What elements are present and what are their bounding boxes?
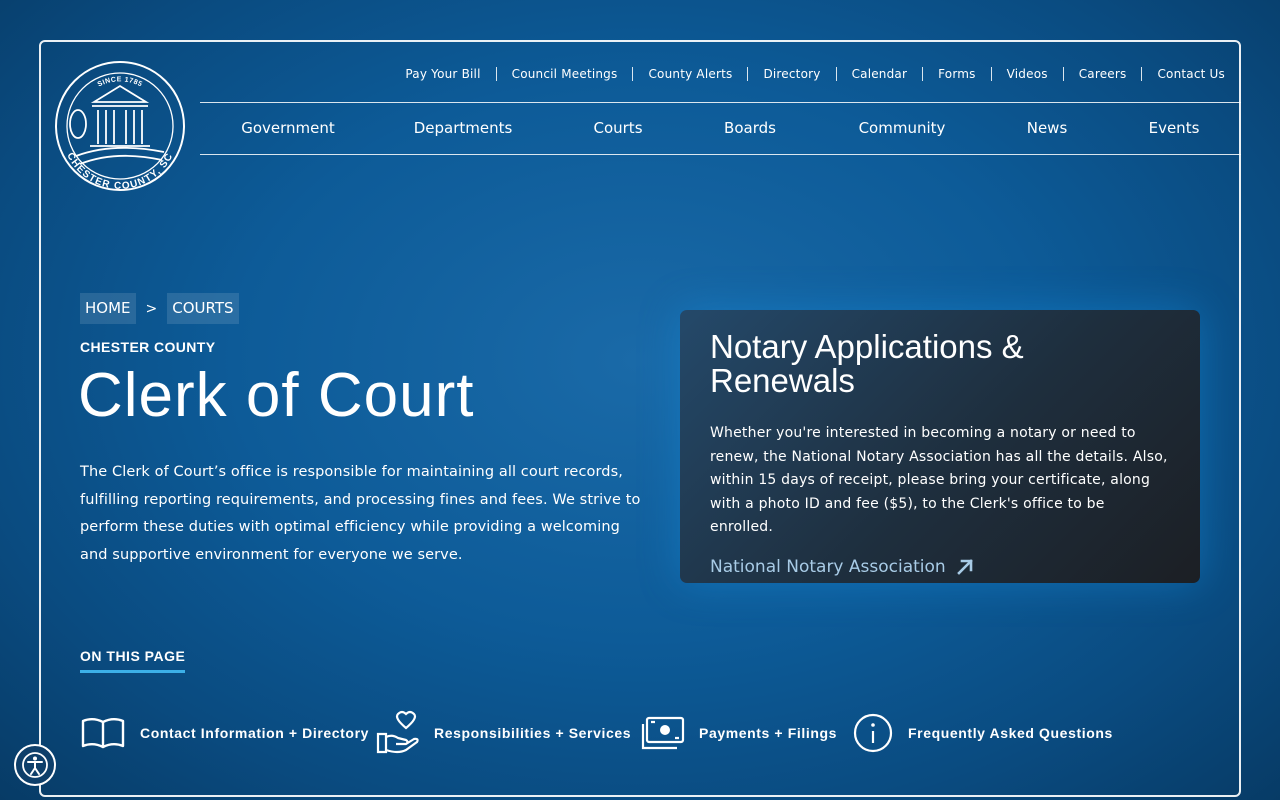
heart-hand-icon: [376, 710, 419, 754]
page-eyebrow: CHESTER COUNTY: [80, 339, 216, 355]
nav-boards[interactable]: Boards: [724, 103, 776, 154]
notary-card: Notary Applications & Renewals Whether y…: [680, 310, 1200, 583]
notary-card-body: Whether you're interested in becoming a …: [710, 425, 1168, 535]
util-link-videos[interactable]: Videos: [990, 67, 1063, 81]
county-seal-logo[interactable]: SINCE 1785 CHESTER COUNTY, SC: [54, 60, 186, 192]
accessibility-button[interactable]: [14, 744, 56, 786]
jump-responsibilities-label: Responsibilities + Services: [434, 725, 632, 741]
jump-contact-info-label: Contact Information + Directory: [140, 725, 370, 741]
accessibility-icon: [22, 752, 48, 778]
util-link-careers[interactable]: Careers: [1062, 67, 1142, 81]
external-arrow-icon: [956, 558, 973, 575]
nav-community[interactable]: Community: [859, 103, 946, 154]
util-link-directory[interactable]: Directory: [747, 67, 835, 81]
main-nav: Government Departments Courts Boards Com…: [200, 102, 1241, 155]
info-icon: [853, 713, 893, 753]
nav-courts[interactable]: Courts: [593, 103, 642, 154]
nav-events[interactable]: Events: [1149, 103, 1200, 154]
jump-faq-label: Frequently Asked Questions: [908, 725, 1113, 741]
jump-payments-label: Payments + Filings: [699, 725, 838, 741]
util-link-pay-your-bill[interactable]: Pay Your Bill: [390, 67, 495, 81]
jump-contact-info[interactable]: Contact Information + Directory: [80, 710, 369, 756]
intro-text: The Clerk of Court’s office is responsib…: [80, 464, 641, 563]
util-link-county-alerts[interactable]: County Alerts: [632, 67, 747, 81]
util-link-contact-us[interactable]: Contact Us: [1141, 67, 1240, 81]
jump-faq[interactable]: Frequently Asked Questions: [852, 710, 1113, 756]
nav-government[interactable]: Government: [241, 103, 335, 154]
utility-nav: Pay Your Bill Council Meetings County Al…: [390, 64, 1240, 84]
util-link-forms[interactable]: Forms: [922, 67, 990, 81]
nav-news[interactable]: News: [1027, 103, 1068, 154]
breadcrumb: HOME > COURTS: [80, 293, 239, 324]
notary-card-title: Notary Applications & Renewals: [710, 328, 1024, 399]
nav-departments[interactable]: Departments: [414, 103, 513, 154]
svg-text:CHESTER COUNTY, SC: CHESTER COUNTY, SC: [64, 151, 175, 192]
util-link-council-meetings[interactable]: Council Meetings: [495, 67, 633, 81]
on-this-page-heading: ON THIS PAGE: [80, 648, 186, 673]
national-notary-link-label: National Notary Association: [710, 556, 946, 577]
breadcrumb-courts[interactable]: COURTS: [167, 293, 239, 324]
seal-bottom-text: CHESTER COUNTY, SC: [64, 151, 175, 192]
breadcrumb-home[interactable]: HOME: [80, 293, 136, 324]
breadcrumb-separator: >: [145, 300, 158, 317]
national-notary-link[interactable]: National Notary Association: [710, 557, 974, 577]
util-link-calendar[interactable]: Calendar: [835, 67, 923, 81]
jump-responsibilities[interactable]: Responsibilities + Services: [376, 710, 631, 756]
cash-icon: [641, 716, 685, 750]
page-title: Clerk of Court: [78, 361, 475, 430]
jump-payments[interactable]: Payments + Filings: [641, 710, 837, 756]
open-book-icon: [81, 718, 125, 749]
